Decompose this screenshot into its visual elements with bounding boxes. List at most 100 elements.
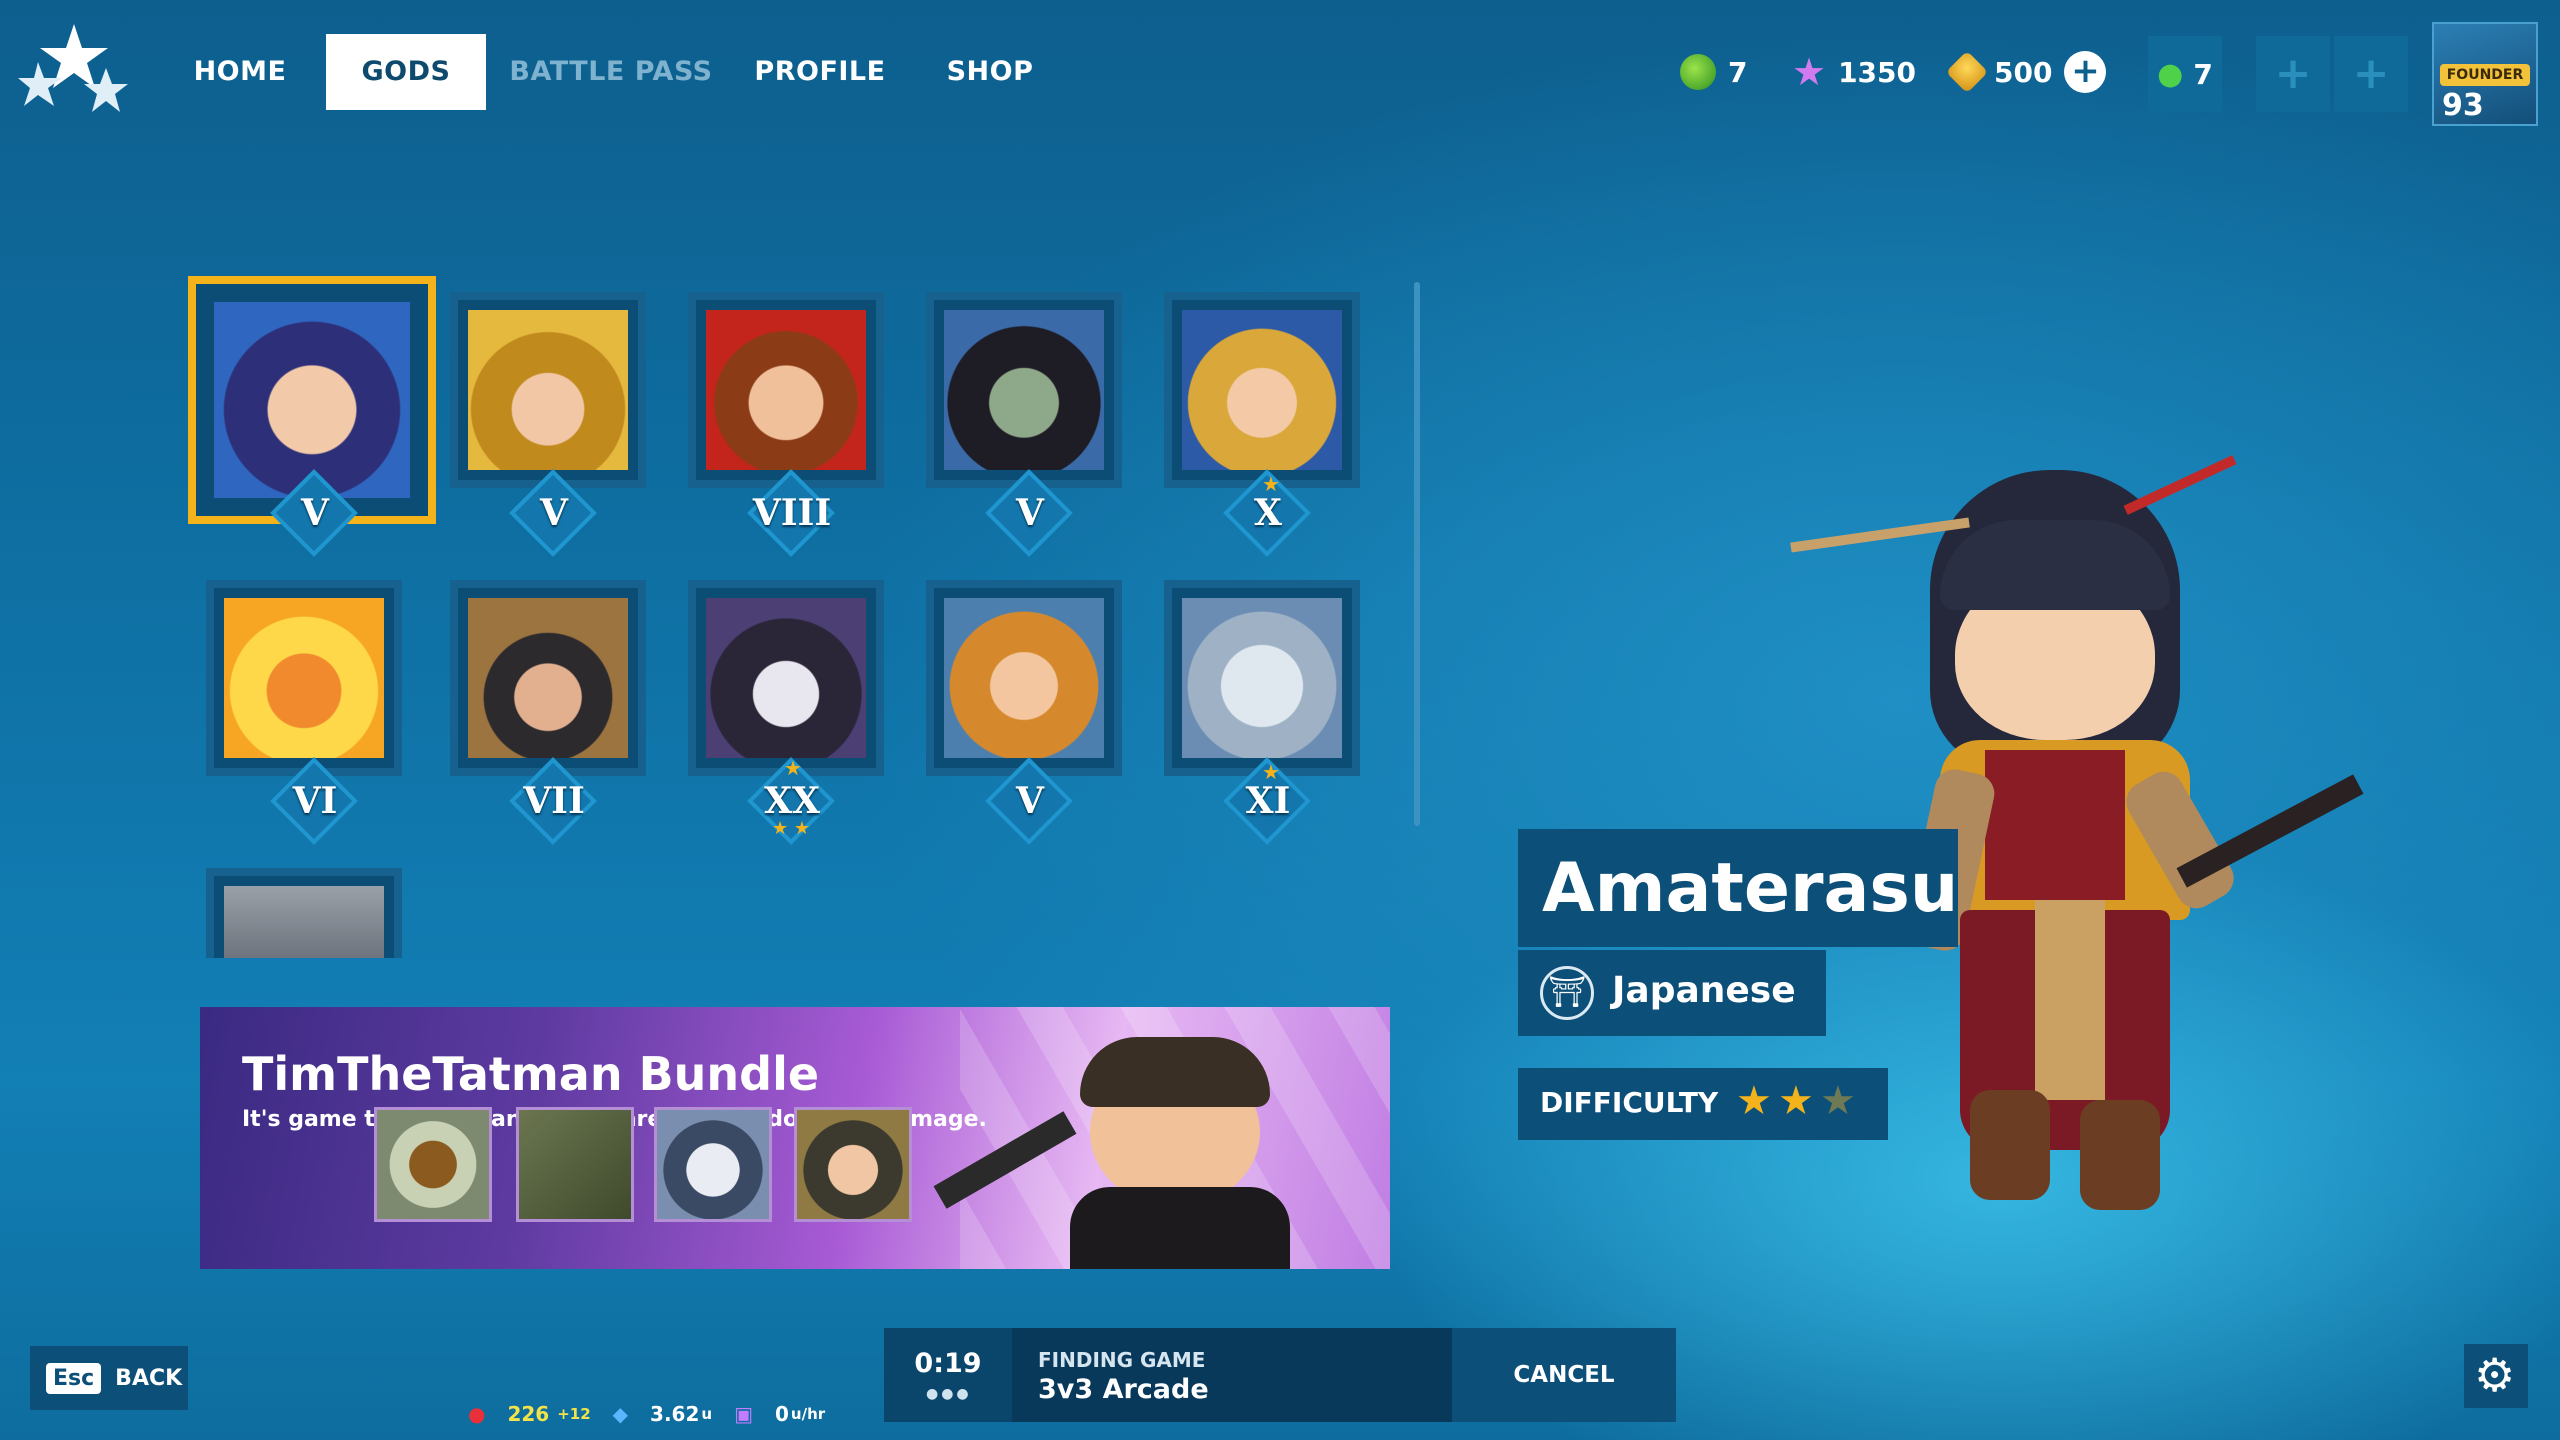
queue-timer: 0:19 [914,1348,982,1379]
god-portrait [214,302,410,498]
bundle-item-icon [516,1107,634,1222]
gold-currency: 500 + [1945,50,2107,94]
god-tile-9[interactable] [926,580,1122,776]
rank-star-icon: ★ [1262,760,1280,784]
bundle-item-icon [794,1107,912,1222]
ping-icon: ● [468,1402,486,1426]
back-label: BACK [115,1365,183,1391]
queue-status-panel: FINDING GAME 3v3 Arcade [1012,1328,1452,1422]
pantheon-name: Japanese [1612,970,1796,1011]
person-icon: ● [2157,56,2184,92]
cancel-queue-button[interactable]: CANCEL [1452,1328,1676,1422]
pantheon-panel: ⛩ Japanese [1518,950,1826,1036]
upload-value: 3.62 [650,1402,700,1426]
rank-star-icon: ★ ★ [772,818,810,839]
nav-gods[interactable]: GODS [326,34,486,110]
rank-star-icon: ★ [1262,472,1280,496]
rank-star-icon: ★ [784,756,802,780]
star-currency: ★ 1350 [1792,50,1916,94]
god-portrait [468,598,628,758]
esc-key-hint: Esc [46,1362,102,1394]
rank-label: X [1254,492,1282,534]
party-count-value: 7 [2193,57,2213,91]
god-portrait [944,598,1104,758]
god-tile-4[interactable] [926,292,1122,488]
god-tile-8[interactable] [688,580,884,776]
green-currency: 7 [1680,50,1747,94]
god-portrait [468,310,628,470]
star-currency-icon: ★ [1792,50,1827,94]
upload-unit: u [701,1405,713,1423]
god-portrait [706,310,866,470]
god-tile-3[interactable] [688,292,884,488]
nav-profile[interactable]: PROFILE [740,34,900,110]
player-level: 93 [2442,88,2484,123]
queue-timer-panel: 0:19 ●●● [884,1328,1012,1422]
god-tile-11[interactable] [206,868,402,958]
god-portrait [944,310,1104,470]
ping-value: 226 [507,1402,550,1426]
god-tile-10[interactable] [1164,580,1360,776]
download-unit: u/hr [790,1405,826,1423]
gold-coin-icon [1945,50,1989,94]
bundle-banner[interactable]: TimTheTatman Bundle It's game time! Tim … [200,1007,1390,1269]
god-tile-6[interactable] [206,580,402,776]
download-value: 0 [775,1402,789,1426]
back-button[interactable]: Esc BACK [30,1346,188,1410]
rank-label: V [1016,492,1044,534]
queue-progress-dots: ●●● [926,1386,972,1402]
difficulty-star-icon: ★ [1736,1078,1772,1124]
matchmaking-queue: 0:19 ●●● FINDING GAME 3v3 Arcade CANCEL [884,1328,1676,1422]
gear-icon: ⚙ [2474,1348,2516,1402]
difficulty-star-icon: ★ [1778,1078,1814,1124]
nav-shop[interactable]: SHOP [930,34,1050,110]
god-portrait [1182,598,1342,758]
green-currency-amount: 7 [1728,55,1748,89]
star-currency-amount: 1350 [1838,55,1917,89]
party-count[interactable]: ● 7 [2148,36,2222,112]
god-portrait [224,598,384,758]
bundle-title: TimTheTatman Bundle [242,1047,820,1101]
difficulty-star-empty-icon: ★ [1820,1078,1856,1124]
god-tile-5[interactable] [1164,292,1360,488]
god-list-scrollbar[interactable] [1414,282,1420,826]
gold-currency-amount: 500 [1994,55,2053,89]
network-stats: ● 226 +12 ◆ 3.62 u ▣ 0 u/hr [468,1402,825,1426]
add-currency-button[interactable]: + [2064,51,2107,93]
difficulty-panel: DIFFICULTY ★ ★ ★ [1518,1068,1888,1140]
god-tile-7[interactable] [450,580,646,776]
rank-label: VIII [752,492,832,534]
invite-slot-2[interactable]: + [2334,36,2408,112]
rank-label: V [540,492,568,534]
timthetatman-character-art [933,1027,1360,1269]
founder-badge: FOUNDER [2440,64,2530,86]
upload-icon: ◆ [612,1402,629,1426]
invite-slot-1[interactable]: + [2256,36,2330,112]
ping-delta: +12 [557,1405,591,1423]
profile-avatar[interactable]: FOUNDER 93 [2432,22,2538,126]
god-portrait [706,598,866,758]
queue-status: FINDING GAME [1038,1348,1206,1372]
download-icon: ▣ [734,1402,753,1426]
leaf-currency-icon [1680,54,1716,90]
rank-label: VII [523,780,585,822]
nav-home[interactable]: HOME [168,34,312,110]
rank-label: V [1016,780,1044,822]
god-name-panel: Amaterasu [1518,829,1958,947]
god-portrait [224,886,384,958]
bundle-item-icon [374,1107,492,1222]
game-logo[interactable] [18,18,130,122]
god-name: Amaterasu [1542,849,1959,928]
rank-label: XX [764,780,820,822]
rank-label: VI [292,780,338,822]
settings-button[interactable]: ⚙ [2464,1344,2528,1408]
rank-label: V [301,492,329,534]
difficulty-label: DIFFICULTY [1540,1086,1719,1119]
god-tile-2[interactable] [450,292,646,488]
nav-battle-pass[interactable]: BATTLE PASS [506,34,716,110]
queue-mode: 3v3 Arcade [1038,1374,1209,1405]
bundle-item-icon [654,1107,772,1222]
god-portrait [1182,310,1342,470]
rank-label: XI [1245,780,1291,822]
torii-gate-icon: ⛩ [1540,966,1594,1020]
